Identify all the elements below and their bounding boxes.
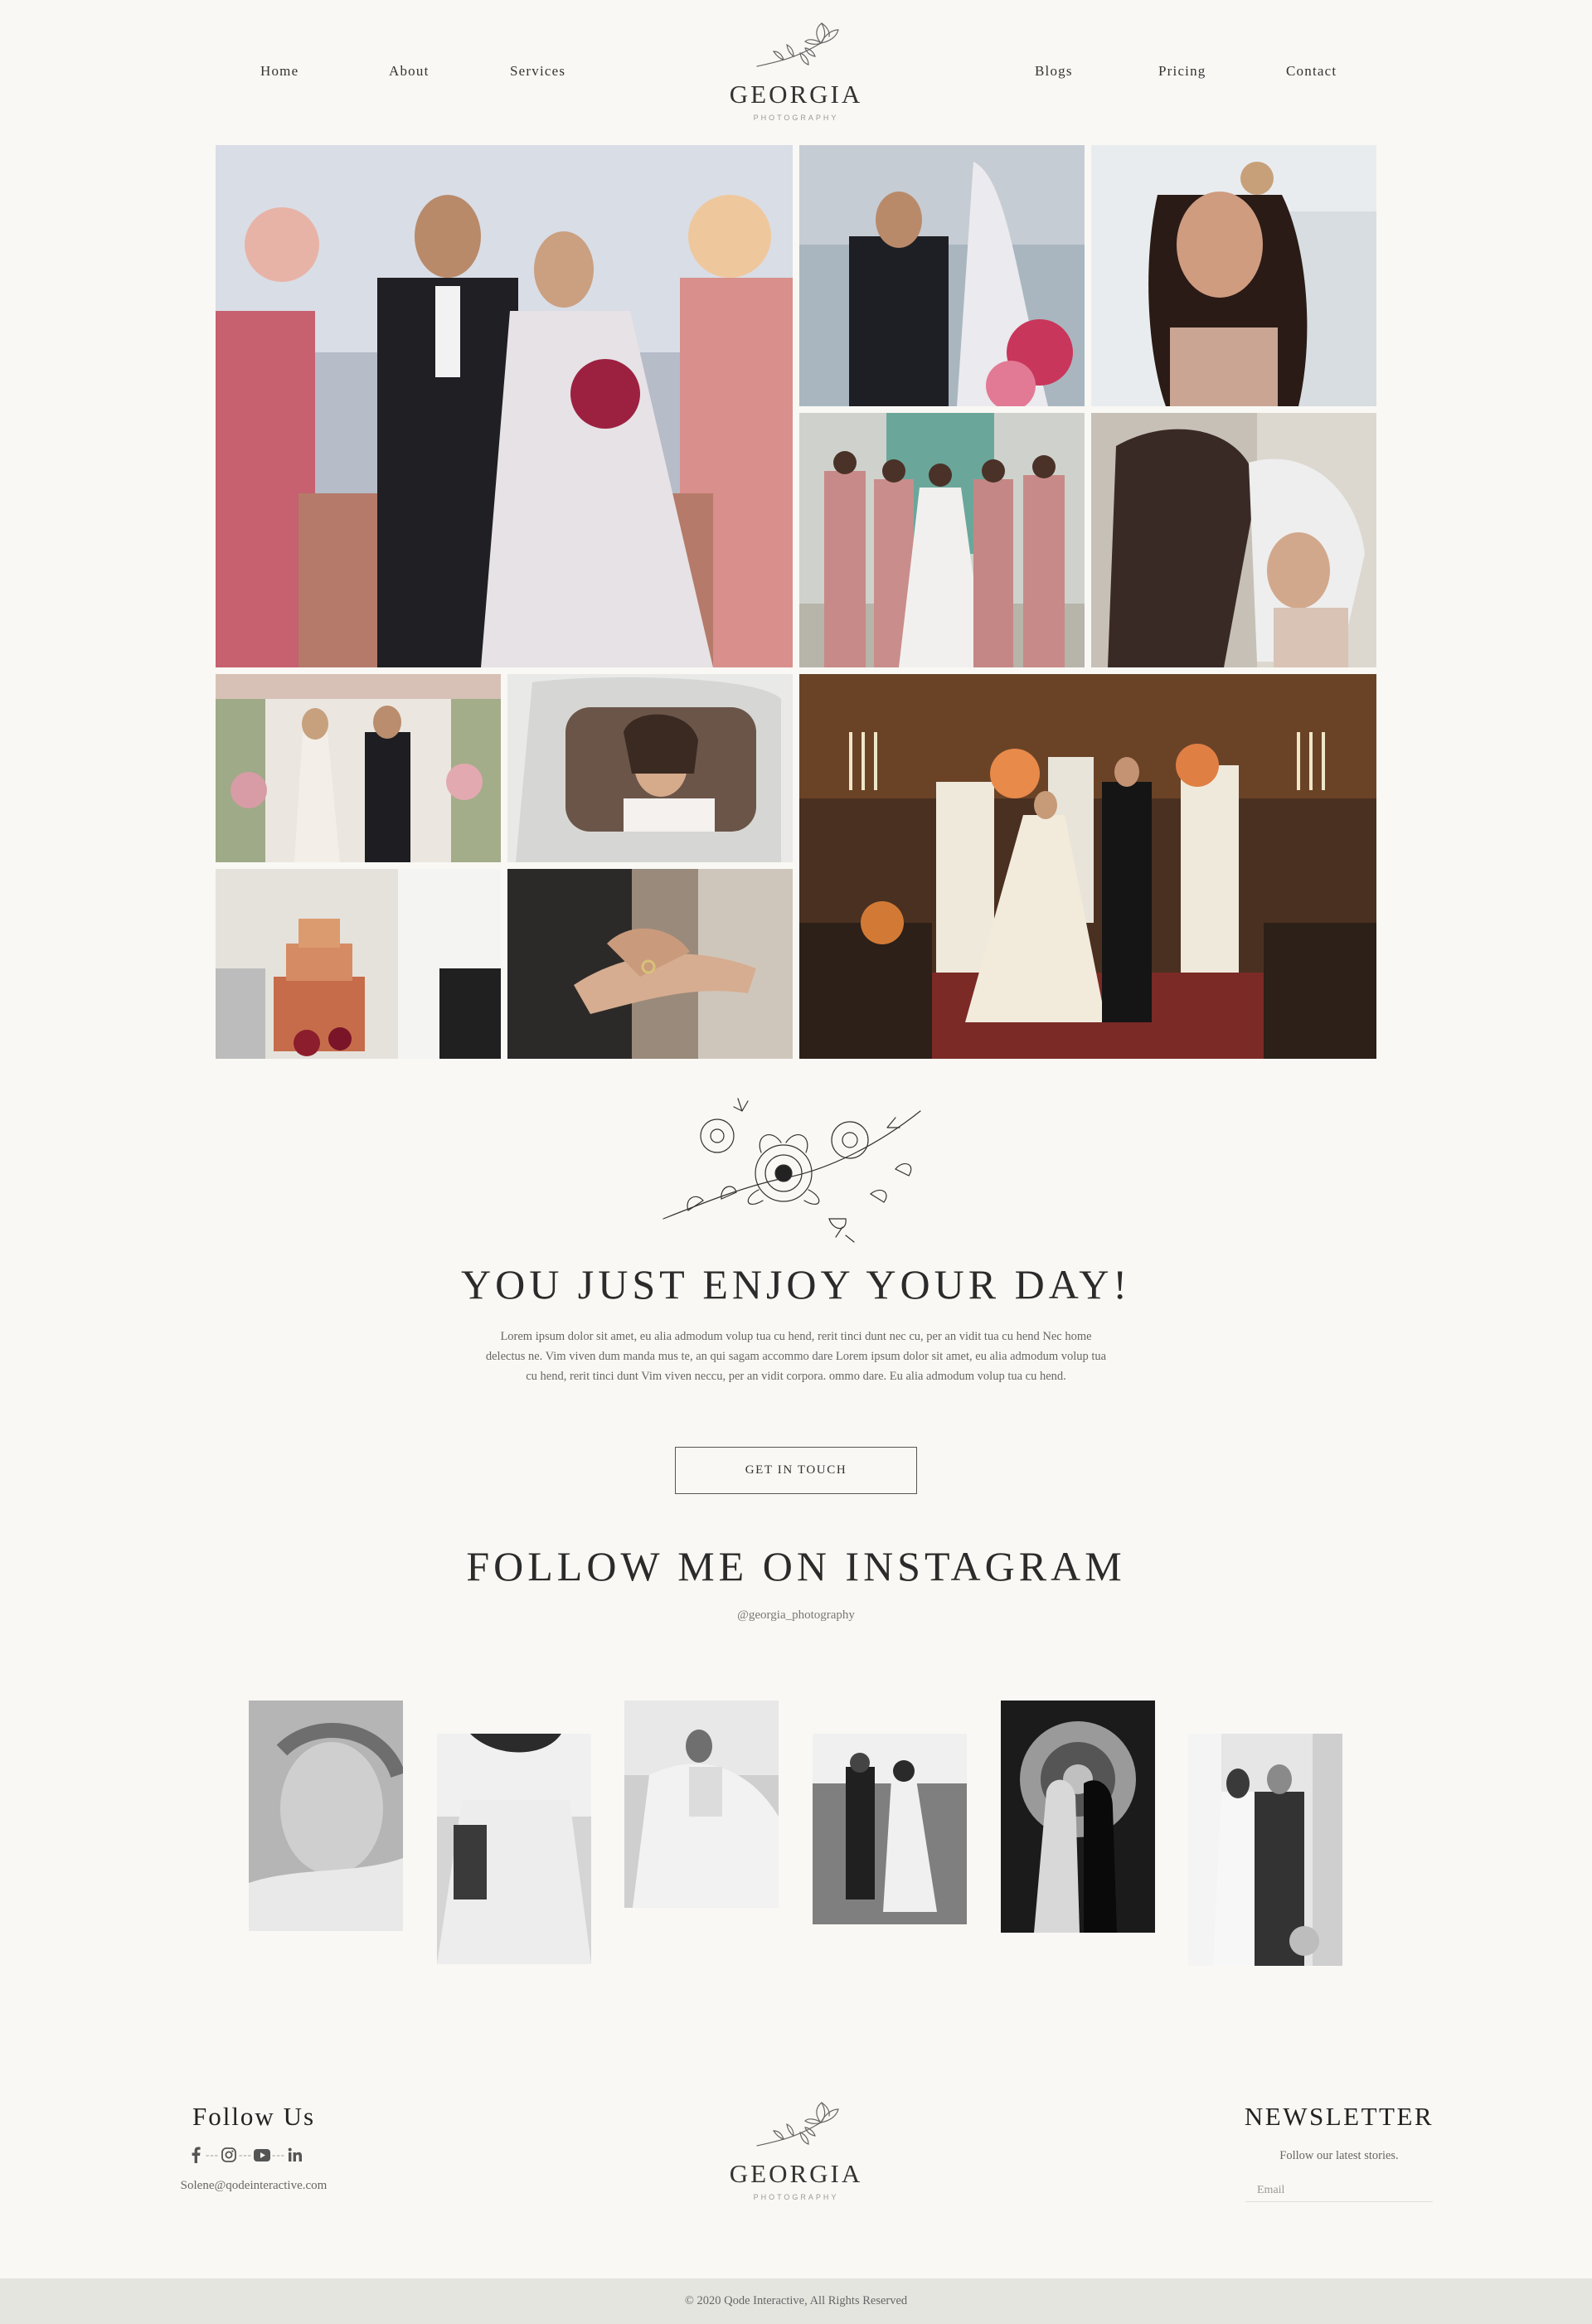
youtube-icon[interactable] — [254, 2146, 270, 2164]
gallery-photo-bride-in-car[interactable] — [507, 674, 793, 862]
site-header: Home About Services GEORGIA PHOTOGRAPHY … — [0, 0, 1592, 141]
nav-contact[interactable]: Contact — [1286, 63, 1337, 80]
gallery-photo-cake-cutting[interactable] — [216, 869, 501, 1059]
instagram-photo-bride-shoes[interactable] — [624, 1701, 779, 1908]
gallery-photo-bridesmaids[interactable] — [799, 413, 1085, 667]
nav-about[interactable]: About — [389, 63, 430, 80]
footer-logo[interactable]: GEORGIA PHOTOGRAPHY — [713, 2098, 879, 2201]
gallery-photo-bride-groom-walking[interactable] — [216, 145, 793, 667]
instagram-title: FOLLOW ME ON INSTAGRAM — [466, 1543, 1126, 1589]
facebook-icon[interactable] — [187, 2146, 204, 2164]
footer-logo-subtitle: PHOTOGRAPHY — [753, 2193, 839, 2201]
nav-home[interactable]: Home — [260, 63, 298, 80]
gallery-photo-vows-under-arch[interactable] — [216, 674, 501, 862]
logo-name: GEORGIA — [729, 80, 863, 109]
newsletter-subtitle: Follow our latest stories. — [1279, 2149, 1399, 2162]
gallery-photo-church-ceremony[interactable] — [799, 674, 1376, 1059]
social-separator: --- — [206, 2148, 219, 2161]
instagram-photo-rose-window[interactable] — [1001, 1701, 1155, 1933]
nav-blogs[interactable]: Blogs — [1035, 63, 1073, 80]
copyright-bar: © 2020 Qode Interactive, All Rights Rese… — [0, 2278, 1592, 2324]
social-separator: --- — [272, 2148, 285, 2161]
flower-logo-icon — [750, 18, 842, 76]
footer-email-link[interactable]: Solene@qodeinteractive.com — [141, 2179, 366, 2193]
instagram-photo-couple-field[interactable] — [813, 1734, 967, 1924]
follow-us-title: Follow Us — [192, 2102, 316, 2131]
floral-ornament-icon — [663, 1098, 921, 1243]
gallery-photo-groom-and-veiled-bride[interactable] — [799, 145, 1085, 406]
get-in-touch-button[interactable]: GET IN TOUCH — [675, 1447, 917, 1494]
copyright-text: © 2020 Qode Interactive, All Rights Rese… — [684, 2294, 908, 2307]
newsletter-email-input[interactable] — [1245, 2179, 1433, 2202]
instagram-photo-veiled-bride[interactable] — [249, 1701, 403, 1931]
gallery-photo-smiling-bride[interactable] — [1091, 145, 1376, 406]
logo-subtitle: PHOTOGRAPHY — [753, 114, 839, 122]
gallery-photo-groom-lifting-veil[interactable] — [1091, 413, 1376, 667]
instagram-handle-link[interactable]: @georgia_photography — [0, 1608, 1592, 1623]
intro-paragraph: Lorem ipsum dolor sit amet, eu alia admo… — [485, 1330, 1107, 1383]
social-separator: --- — [239, 2148, 252, 2161]
nav-pricing[interactable]: Pricing — [1158, 63, 1206, 80]
flower-logo-icon — [750, 2098, 842, 2156]
intro-title: YOU JUST ENJOY YOUR DAY! — [460, 1261, 1131, 1308]
linkedin-icon[interactable] — [287, 2146, 303, 2164]
site-logo[interactable]: GEORGIA PHOTOGRAPHY — [713, 18, 879, 122]
footer-logo-name: GEORGIA — [729, 2159, 863, 2188]
social-links: --- --- --- — [187, 2144, 303, 2166]
nav-services[interactable]: Services — [510, 63, 565, 80]
gallery-photo-ring-exchange[interactable] — [507, 869, 793, 1059]
instagram-photo-groom-collar[interactable] — [437, 1734, 591, 1964]
instagram-icon[interactable] — [221, 2146, 237, 2164]
instagram-photo-couple-embrace[interactable] — [1188, 1734, 1342, 1966]
newsletter-title: NEWSLETTER — [1244, 2102, 1434, 2131]
